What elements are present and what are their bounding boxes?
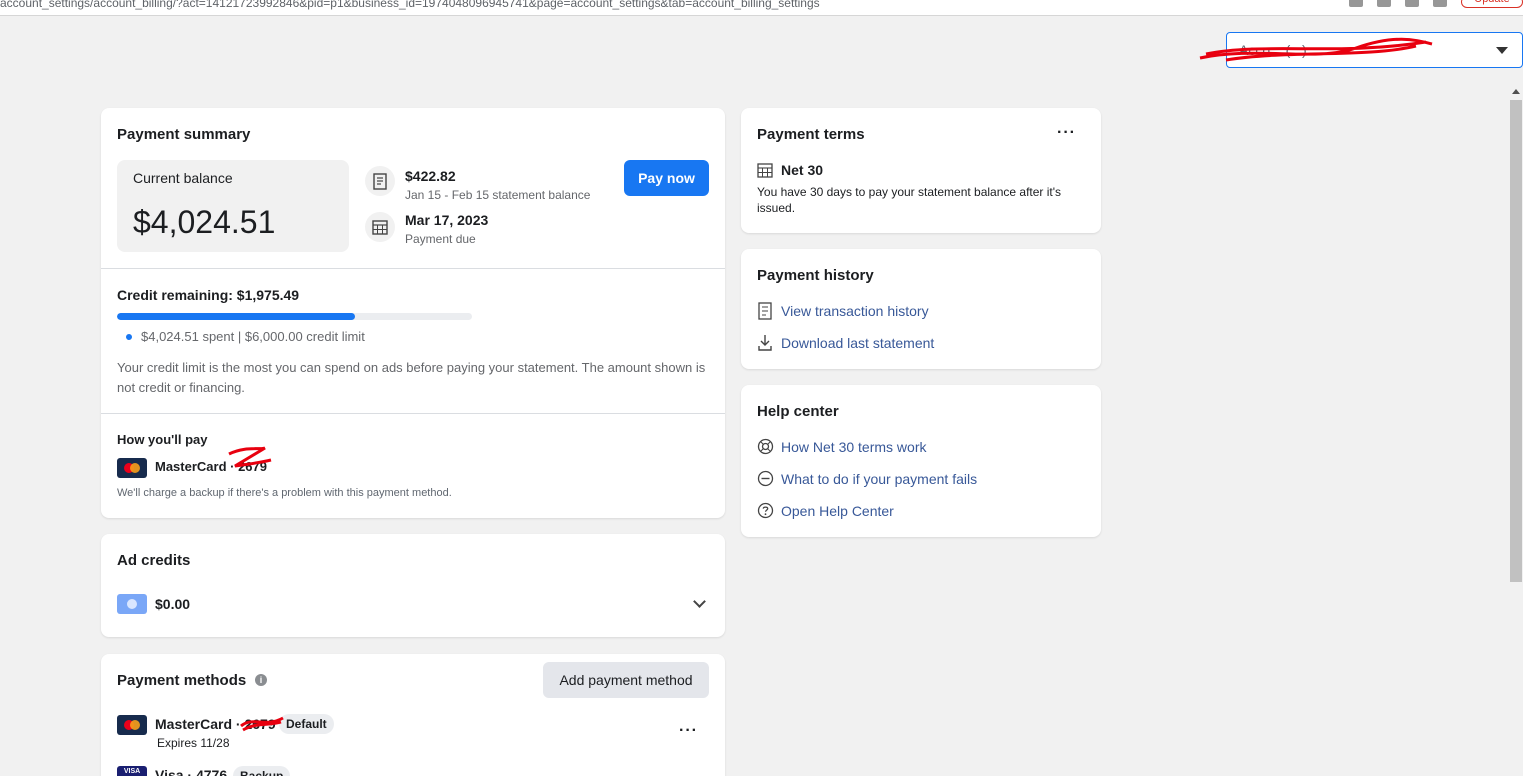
mastercard-icon [117, 458, 147, 478]
link-label[interactable]: How Net 30 terms work [781, 439, 926, 455]
scroll-up-icon[interactable] [1512, 89, 1520, 94]
current-balance-box: Current balance $4,024.51 [117, 160, 349, 252]
how-you-pay-title: How you'll pay [117, 432, 208, 447]
section-divider [101, 413, 725, 414]
terms-name: Net 30 [781, 162, 824, 178]
info-icon[interactable]: i [255, 674, 267, 686]
minus-circle-icon [757, 470, 774, 487]
current-balance-amount: $4,024.51 [133, 204, 276, 240]
calendar-icon [757, 163, 773, 178]
help-center-title: Help center [757, 403, 839, 420]
caret-down-icon [1496, 47, 1508, 54]
ad-credits-amount: $0.00 [155, 596, 191, 612]
payment-method-expiry: Expires 11/28 [157, 736, 230, 750]
backup-badge: Backup [233, 766, 291, 776]
receipt-icon [758, 302, 772, 320]
current-balance-label: Current balance [133, 170, 233, 186]
default-badge: Default [279, 714, 334, 734]
link-label[interactable]: Download last statement [781, 335, 934, 351]
browser-url-bar[interactable]: account_settings/account_billing/?act=14… [0, 0, 1523, 16]
credit-progress-fill [117, 313, 356, 320]
backup-charge-note: We'll charge a backup if there's a probl… [117, 487, 452, 499]
redaction-scribble [228, 446, 272, 468]
credit-limit-note: Your credit limit is the most you can sp… [117, 360, 706, 395]
payment-due-label: Payment due [405, 232, 476, 246]
url-text: account_settings/account_billing/?act=14… [0, 0, 820, 10]
terms-description: You have 30 days to pay your statement b… [757, 185, 1062, 215]
calendar-icon [365, 212, 395, 242]
payment-method-name: Visa · 4776 [155, 767, 228, 776]
payment-summary-title: Payment summary [117, 126, 251, 143]
download-icon [758, 335, 772, 351]
credit-remaining: Credit remaining: $1,975.49 [117, 287, 300, 303]
more-options-icon[interactable]: ··· [679, 722, 698, 740]
chevron-down-icon[interactable] [693, 595, 706, 608]
payment-due-date: Mar 17, 2023 [405, 212, 489, 228]
scrollbar-thumb[interactable] [1510, 100, 1522, 582]
credit-progress-bar [117, 313, 472, 320]
statement-amount: $422.82 [405, 168, 456, 184]
payment-history-card: Payment history View transaction history… [741, 249, 1101, 369]
ad-credit-icon [117, 594, 147, 614]
add-payment-method-button[interactable]: Add payment method [543, 662, 709, 698]
payment-summary-card: Payment summary Current balance $4,024.5… [101, 108, 725, 518]
pay-now-button[interactable]: Pay now [624, 160, 709, 196]
credit-legend: $4,024.51 spent | $6,000.00 credit limit [141, 329, 365, 344]
statement-period: Jan 15 - Feb 15 statement balance [405, 188, 591, 202]
account-selector[interactable]: Acco... (...) [1226, 32, 1523, 68]
link-label[interactable]: What to do if your payment fails [781, 471, 977, 487]
section-divider [101, 268, 725, 269]
payment-terms-title: Payment terms [757, 126, 865, 143]
receipt-icon [365, 166, 395, 196]
visa-icon: VISA [117, 766, 147, 776]
profile-icon[interactable] [1433, 0, 1447, 7]
link-label[interactable]: Open Help Center [781, 503, 894, 519]
share-icon[interactable] [1349, 0, 1363, 7]
help-center-card: Help center How Net 30 terms work What t… [741, 385, 1101, 537]
payment-history-title: Payment history [757, 267, 874, 284]
redaction-scribble [240, 716, 284, 732]
ad-credits-title: Ad credits [117, 552, 191, 569]
update-button[interactable]: Update [1461, 0, 1523, 8]
mastercard-icon [117, 715, 147, 735]
page-scrollbar[interactable] [1509, 86, 1523, 776]
payment-methods-card: Payment methods i Add payment method Mas… [101, 654, 725, 776]
star-icon[interactable] [1377, 0, 1391, 7]
more-options-icon[interactable]: ··· [1057, 124, 1076, 142]
spent-legend-dot [126, 334, 132, 340]
ad-credits-card[interactable]: Ad credits $0.00 [101, 534, 725, 637]
payment-methods-title: Payment methods [117, 672, 247, 689]
browser-toolbar: Update [1349, 0, 1523, 8]
payment-terms-card: Payment terms ··· Net 30 You have 30 day… [741, 108, 1101, 233]
link-label[interactable]: View transaction history [781, 303, 929, 319]
question-icon [757, 502, 774, 519]
account-selector-value: Acco... (...) [1239, 42, 1307, 58]
extension-icon[interactable] [1405, 0, 1419, 7]
lifebuoy-icon [757, 438, 774, 455]
